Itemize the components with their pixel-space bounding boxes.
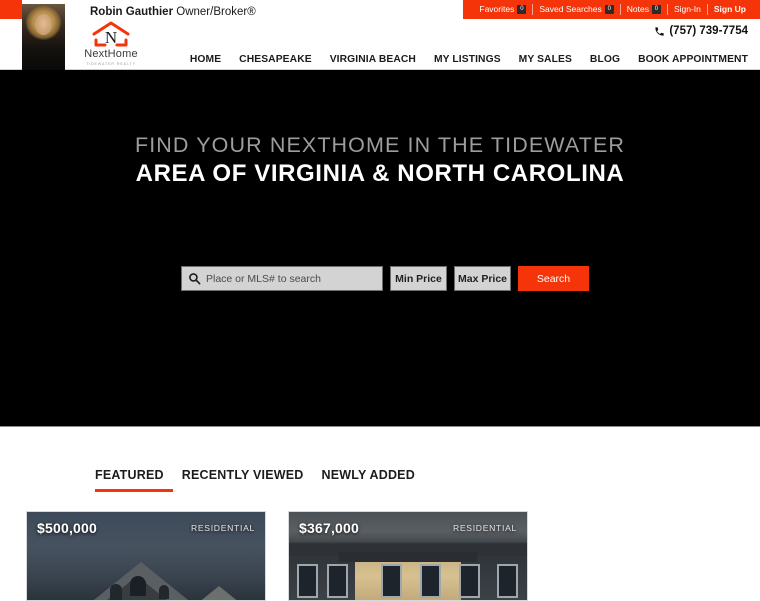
- listing-price: $500,000: [37, 520, 97, 536]
- tab-featured[interactable]: FEATURED: [95, 468, 173, 492]
- phone-icon: [655, 26, 665, 36]
- utility-bar-left-accent: [0, 0, 22, 19]
- svg-text:N: N: [105, 28, 117, 47]
- property-search-bar: Min Price Max Price Search: [181, 266, 589, 291]
- house-window-shape: [130, 576, 146, 596]
- nav-item-home[interactable]: HOME: [181, 54, 230, 65]
- nav-item-my-listings[interactable]: MY LISTINGS: [425, 54, 510, 65]
- tab-newly-added[interactable]: NEWLY ADDED: [313, 468, 424, 492]
- nexthome-logo-wordmark: NextHome: [84, 48, 138, 60]
- broker-name-text: Robin Gauthier: [90, 6, 174, 18]
- sign-in-link[interactable]: Sign-In: [668, 0, 707, 19]
- nav-item-blog[interactable]: BLOG: [581, 54, 629, 65]
- nexthome-logo-tagline: Tidewater Realty: [86, 62, 136, 66]
- townhouse-siding-shape: [351, 560, 465, 600]
- utility-link-notes[interactable]: Notes 0: [621, 0, 667, 19]
- townhouse-window-shape: [420, 564, 441, 598]
- townhouse-window-shape: [327, 564, 348, 598]
- broker-name: Robin Gauthier Owner/Broker®: [90, 6, 256, 18]
- nav-item-my-sales[interactable]: MY SALES: [510, 54, 581, 65]
- utility-link-favorites[interactable]: Favorites 0: [473, 0, 532, 19]
- utility-link-saved-searches[interactable]: Saved Searches 0: [533, 0, 619, 19]
- nav-item-virginia-beach[interactable]: VIRGINIA BEACH: [321, 54, 425, 65]
- main-navigation: HOME CHESAPEAKE VIRGINIA BEACH MY LISTIN…: [181, 54, 748, 65]
- townhouse-window-shape: [459, 564, 480, 598]
- listings-section: FEATURED RECENTLY VIEWED NEWLY ADDED $50…: [0, 428, 760, 601]
- hero-headline-line-2: AREA OF VIRGINIA & NORTH CAROLINA: [135, 160, 625, 187]
- site-header: Robin Gauthier Owner/Broker® N NextHome …: [0, 4, 760, 70]
- hero-headline-block: FIND YOUR NEXTHOME IN THE TIDEWATER AREA…: [0, 132, 760, 189]
- nav-item-chesapeake[interactable]: CHESAPEAKE: [230, 54, 321, 65]
- utility-link-saved-searches-label: Saved Searches: [539, 4, 602, 14]
- tab-recently-viewed[interactable]: RECENTLY VIEWED: [173, 468, 313, 492]
- townhouse-window-shape: [497, 564, 518, 598]
- utility-links: Favorites 0 Saved Searches 0 Notes 0 Sig…: [463, 0, 760, 19]
- listing-card[interactable]: $500,000 RESIDENTIAL: [26, 511, 266, 601]
- phone-link[interactable]: (757) 739-7754: [654, 25, 748, 37]
- nexthome-house-icon: N: [92, 21, 130, 47]
- listings-tabs: FEATURED RECENTLY VIEWED NEWLY ADDED: [95, 468, 424, 492]
- favorites-count-badge: 0: [517, 5, 527, 14]
- listing-property-type: RESIDENTIAL: [190, 523, 255, 533]
- search-button[interactable]: Search: [518, 266, 589, 291]
- search-input[interactable]: [201, 272, 382, 285]
- utility-link-favorites-label: Favorites: [479, 4, 515, 14]
- hero-headline-line-1: FIND YOUR NEXTHOME IN THE TIDEWATER: [134, 133, 626, 157]
- townhouse-window-shape: [381, 564, 402, 598]
- sign-up-link[interactable]: Sign Up: [708, 0, 752, 19]
- listing-card[interactable]: $367,000 RESIDENTIAL: [288, 511, 528, 601]
- saved-searches-count-badge: 0: [604, 5, 614, 14]
- min-price-button[interactable]: Min Price: [390, 266, 447, 291]
- listing-price: $367,000: [299, 520, 359, 536]
- listing-cards: $500,000 RESIDENTIAL $367,000 RESIDENTIA…: [26, 511, 528, 601]
- townhouse-roofline-shape: [339, 552, 477, 562]
- broker-title-text: Owner/Broker®: [173, 6, 256, 18]
- utility-link-notes-label: Notes: [626, 4, 649, 14]
- townhouse-window-shape: [297, 564, 318, 598]
- search-input-container[interactable]: [181, 266, 383, 291]
- nav-item-book-appointment[interactable]: BOOK APPOINTMENT: [629, 54, 748, 65]
- broker-portrait-photo: [22, 4, 65, 70]
- notes-count-badge: 0: [651, 5, 661, 14]
- search-icon: [189, 273, 201, 285]
- listing-property-type: RESIDENTIAL: [452, 523, 517, 533]
- max-price-button[interactable]: Max Price: [454, 266, 511, 291]
- phone-number: (757) 739-7754: [669, 25, 748, 37]
- hero-banner: FIND YOUR NEXTHOME IN THE TIDEWATER AREA…: [0, 70, 760, 427]
- nexthome-logo[interactable]: N NextHome Tidewater Realty: [78, 21, 144, 69]
